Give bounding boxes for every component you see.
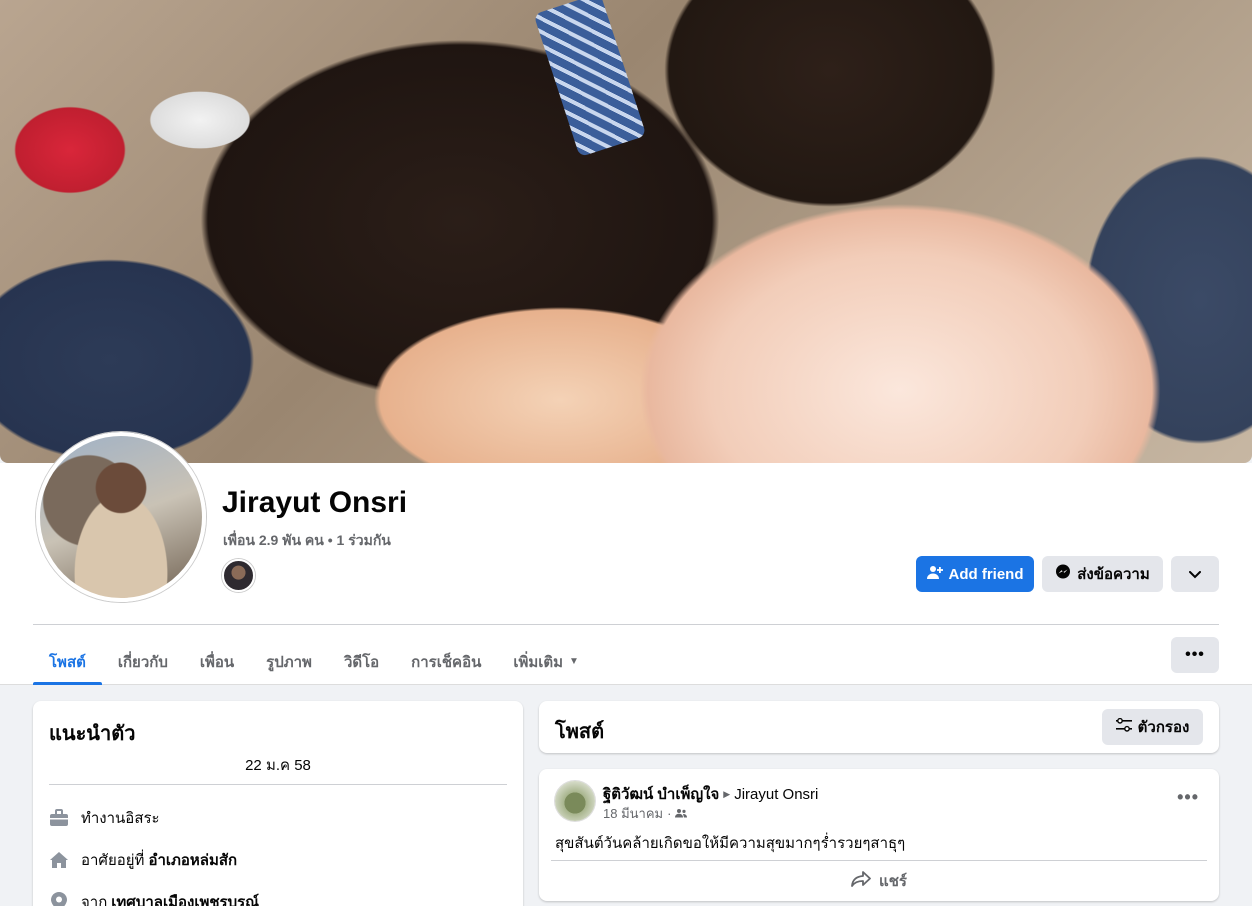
arrow-right-icon: ▶ [723,788,731,799]
filter-label: ตัวกรอง [1137,719,1190,736]
mutual-friend-avatar[interactable] [222,559,255,592]
tab-photos[interactable]: รูปภาพ [250,638,328,685]
tab-label: การเช็คอิน [411,653,482,671]
add-person-icon [926,564,943,584]
post-target-name[interactable]: Jirayut Onsri [734,786,818,803]
tab-label: เพิ่มเติม [513,653,564,671]
filter-icon [1115,717,1132,736]
intro-bio: 22 ม.ค 58 [245,757,311,774]
post-card: ฐิติวัฒน์ บำเพ็ญใจ ▶ Jirayut Onsri 18 มี… [539,769,1219,901]
tab-checkins[interactable]: การเช็คอิน [395,638,497,685]
messenger-icon [1055,564,1071,584]
tab-posts[interactable]: โพสต์ [33,638,102,685]
tab-label: เพื่อน [199,653,235,671]
tab-friends[interactable]: เพื่อน [184,638,250,685]
intro-lives: อาศัยอยู่ที่ อำเภอหล่มสัก [49,848,237,872]
post-text: สุขสันต์วันคล้ายเกิดขอให้มีความสุขมากๆร่… [555,835,906,852]
share-button[interactable]: แชร์ [551,865,1207,897]
profile-name: Jirayut Onsri [222,486,408,519]
intro-work: ทำงานอิสระ [49,806,160,830]
header-divider [33,624,1219,625]
profile-tabs: โพสต์ เกี่ยวกับ เพื่อน รูปภาพ วิดีโอ การ… [33,638,595,685]
share-icon [851,871,871,891]
tab-about[interactable]: เกี่ยวกับ [102,638,184,685]
friends-count[interactable]: เพื่อน 2.9 พัน คน • 1 ร่วมกัน [223,530,391,552]
share-label: แชร์ [879,873,907,890]
intro-card: แนะนำตัว 22 ม.ค 58 ทำงานอิสระ อาศัยอยู่ท… [33,701,523,906]
intro-lives-prefix: อาศัยอยู่ที่ [81,852,145,869]
tab-label: เกี่ยวกับ [117,653,168,671]
post-date[interactable]: 18 มีนาคม [603,803,663,824]
intro-title: แนะนำตัว [49,723,136,745]
intro-divider [49,784,507,785]
cover-photo[interactable] [0,0,1252,463]
post-meta: 18 มีนาคม · [603,803,688,824]
message-label: ส่งข้อความ [1077,566,1150,583]
tabs-more-button[interactable]: ••• [1171,637,1219,673]
chevron-down-icon [1189,566,1201,583]
intro-lives-place[interactable]: อำเภอหล่มสัก [148,848,237,872]
profile-avatar[interactable] [36,432,206,602]
intro-from-place[interactable]: เทศบาลเมืองเพชรบูรณ์ [111,890,259,906]
friends-audience-icon [675,806,688,821]
profile-more-button[interactable] [1171,556,1219,592]
message-button[interactable]: ส่งข้อความ [1042,556,1163,592]
tab-more[interactable]: เพิ่มเติม ▼ [497,638,595,685]
tab-videos[interactable]: วิดีโอ [328,638,395,685]
intro-work-text: ทำงานอิสระ [81,810,160,827]
cover-decoration [533,0,647,158]
posts-header-card: โพสต์ ตัวกรอง [539,701,1219,753]
posts-title: โพสต์ [555,721,605,743]
post-author-avatar[interactable] [555,781,595,821]
location-pin-icon [49,892,69,906]
post-divider [551,860,1207,861]
add-friend-button[interactable]: Add friend [916,556,1034,592]
meta-separator: · [667,806,672,821]
intro-from: จาก เทศบาลเมืองเพชรบูรณ์ [49,890,259,906]
briefcase-icon [49,808,69,828]
caret-down-icon: ▼ [569,656,579,667]
intro-from-prefix: จาก [81,894,108,906]
tab-label: รูปภาพ [266,653,312,671]
home-icon [49,850,69,870]
tab-label: วิดีโอ [343,653,380,671]
add-friend-label: Add friend [948,565,1024,583]
filter-button[interactable]: ตัวกรอง [1102,709,1203,745]
tab-label: โพสต์ [49,653,86,671]
post-options-icon[interactable]: ••• [1177,787,1199,808]
more-dots-icon: ••• [1185,646,1205,663]
